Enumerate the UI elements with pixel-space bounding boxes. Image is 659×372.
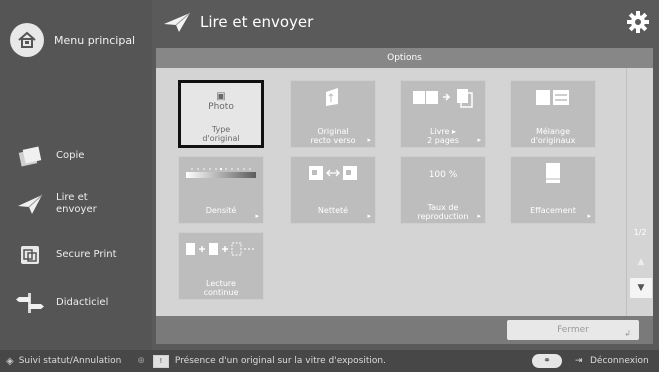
tile-label: Taux de reproduction [417, 203, 469, 221]
info-icon: ⊕ [137, 356, 145, 366]
chevron-right-icon: ▸ [477, 136, 481, 144]
status-monitor-icon: ◈ [6, 355, 14, 367]
close-button[interactable]: Fermer ↲ [507, 320, 639, 340]
tile-art-text: Photo [208, 101, 234, 112]
logout-icon: ⇥ [575, 356, 583, 366]
sidebar-item-label: Secure Print [56, 249, 117, 260]
chevron-right-icon: ▸ [367, 136, 371, 144]
scroll-up-button[interactable]: ▲ [630, 252, 652, 272]
chevron-right-icon: ▸ [367, 212, 371, 220]
chevron-up-icon: ▲ [637, 257, 645, 267]
home-icon [10, 23, 44, 57]
sidebar-item-tutorial[interactable]: Didacticiel [16, 285, 146, 321]
close-label: Fermer [557, 325, 589, 335]
return-icon: ↲ [624, 329, 631, 338]
page-title: Lire et envoyer [200, 13, 314, 31]
options-grid: ▣ Photo Type d'original Original recto v… [156, 68, 626, 316]
options-title: Options [156, 48, 653, 68]
warning-icon: ! [152, 354, 169, 368]
sidebar-item-send[interactable]: Lire et envoyer [16, 186, 146, 222]
scroll-column: 1/2 ▲ ▼ [626, 68, 653, 316]
tile-label: Type d'original [202, 125, 240, 143]
status-monitor-button[interactable]: Suivi statut/Annulation [19, 356, 122, 366]
scroll-down-button[interactable]: ▼ [630, 278, 652, 298]
logout-button[interactable]: Déconnexion [590, 356, 649, 366]
gear-icon[interactable] [627, 11, 649, 33]
sidebar-item-label: Copie [56, 150, 85, 161]
sidebar-item-secure-print[interactable]: Secure Print [16, 237, 146, 273]
photo-icon: ▣ [216, 90, 226, 102]
duplex-icon [323, 86, 343, 112]
density-slider-icon [184, 166, 258, 185]
tile-book-2-pages[interactable]: Livre ▸ 2 pages ▸ [400, 80, 486, 148]
status-message: Présence d'un original sur la vitre d'ex… [174, 356, 386, 366]
chevron-down-icon: ▼ [637, 283, 645, 293]
link-icon[interactable]: ⚭ [532, 354, 562, 368]
status-bar: ◈ Suivi statut/Annulation ⊕ ! Présence d… [0, 350, 659, 372]
tile-erase[interactable]: Effacement ▸ [510, 156, 596, 224]
tile-sharpness[interactable]: Netteté ▸ [290, 156, 376, 224]
tile-label: Lecture continue [203, 279, 239, 297]
tile-label: Netteté [317, 206, 349, 215]
send-icon [16, 190, 44, 218]
continuous-scan-icon [184, 241, 258, 261]
chevron-right-icon: ▸ [477, 212, 481, 220]
sidebar: Menu principal Copie Lire et envoyer Sec… [0, 0, 152, 350]
tile-label: Original recto verso [310, 127, 356, 145]
tile-label: Densité [205, 206, 237, 215]
tutorial-icon [16, 289, 44, 317]
options-panel: Options ▣ Photo Type d'original Original… [156, 48, 653, 344]
tile-label: Effacement [530, 206, 576, 215]
secure-print-icon [16, 241, 44, 269]
sidebar-item-label: Didacticiel [56, 297, 109, 308]
tile-label: Livre ▸ 2 pages [427, 127, 459, 145]
tile-label: Mélange d'originaux [530, 127, 576, 145]
tile-reproduction-ratio[interactable]: 100 % Taux de reproduction ▸ [400, 156, 486, 224]
panel-footer: Fermer ↲ [156, 316, 653, 344]
chevron-right-icon: ▸ [587, 212, 591, 220]
sidebar-item-label: Lire et envoyer [56, 192, 97, 215]
book-to-pages-icon [411, 86, 475, 112]
sidebar-item-copy[interactable]: Copie [16, 138, 146, 174]
home-label: Menu principal [54, 33, 136, 47]
tile-duplex-original[interactable]: Original recto verso ▸ [290, 80, 376, 148]
tile-original-type[interactable]: ▣ Photo Type d'original [178, 80, 264, 148]
tile-mixed-originals[interactable]: Mélange d'originaux [510, 80, 596, 148]
page-indicator: 1/2 [633, 228, 647, 237]
sharpness-icon [306, 163, 360, 187]
copy-icon [16, 142, 44, 170]
chevron-right-icon: ▸ [255, 212, 259, 220]
send-icon [162, 10, 192, 34]
mixed-originals-icon [533, 86, 573, 112]
home-button[interactable]: Menu principal [10, 18, 150, 62]
tile-art-text: 100 % [428, 170, 458, 180]
tile-density[interactable]: Densité ▸ [178, 156, 264, 224]
tile-continuous-scan[interactable]: Lecture continue [178, 232, 264, 300]
header: Lire et envoyer [152, 0, 659, 44]
erase-icon [543, 161, 563, 189]
